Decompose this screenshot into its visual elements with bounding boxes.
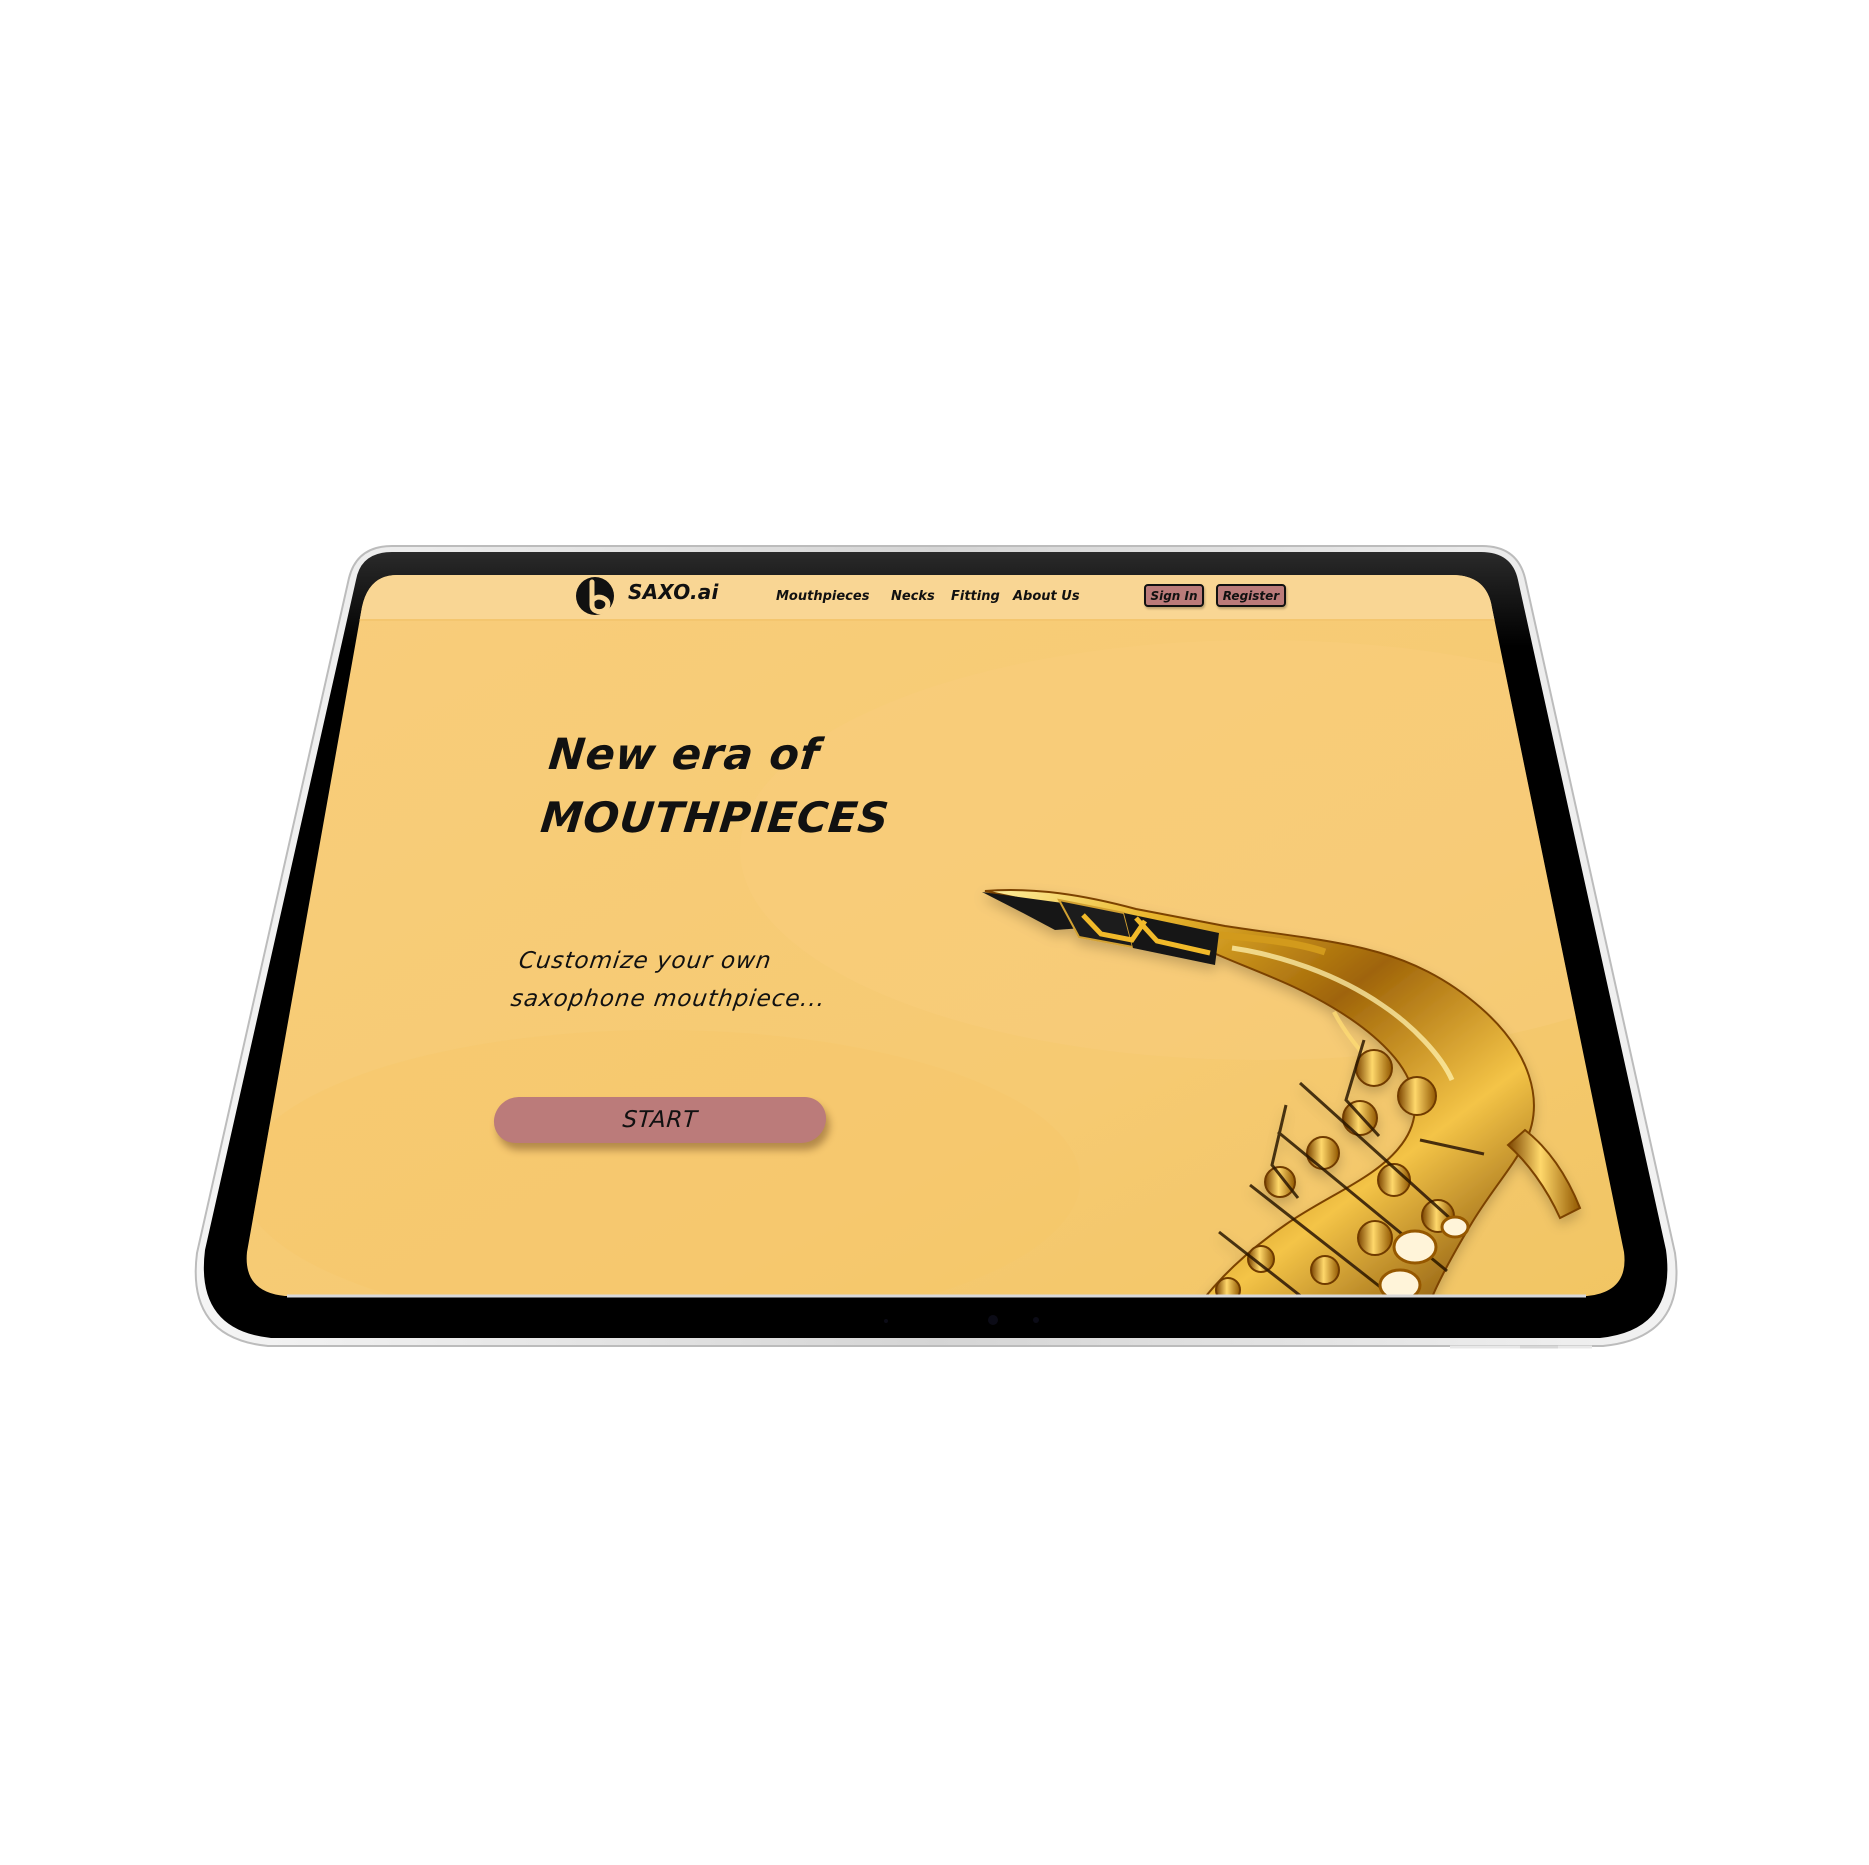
sign-in-button[interactable]: Sign In: [1144, 584, 1204, 607]
hero-subtitle-line-1: Customize your own: [517, 948, 774, 974]
website-overlay: SAXO.ai Mouthpieces Necks Fitting About …: [0, 0, 1869, 1865]
nav-about-us[interactable]: About Us: [1013, 589, 1080, 604]
nav-mouthpieces[interactable]: Mouthpieces: [776, 589, 869, 604]
nav-fitting[interactable]: Fitting: [951, 589, 1000, 604]
brand-name[interactable]: SAXO.ai: [628, 580, 719, 604]
nav-necks[interactable]: Necks: [891, 589, 935, 604]
hero-subtitle-line-2: saxophone mouthpiece...: [509, 986, 828, 1012]
hero-title-line-1: New era of: [546, 730, 823, 780]
start-button[interactable]: START: [492, 1097, 828, 1143]
register-button[interactable]: Register: [1216, 584, 1286, 607]
hero-title-line-2: MOUTHPIECES: [538, 793, 892, 842]
device-mockup-scene: SAXO.ai Mouthpieces Necks Fitting About …: [0, 0, 1869, 1865]
